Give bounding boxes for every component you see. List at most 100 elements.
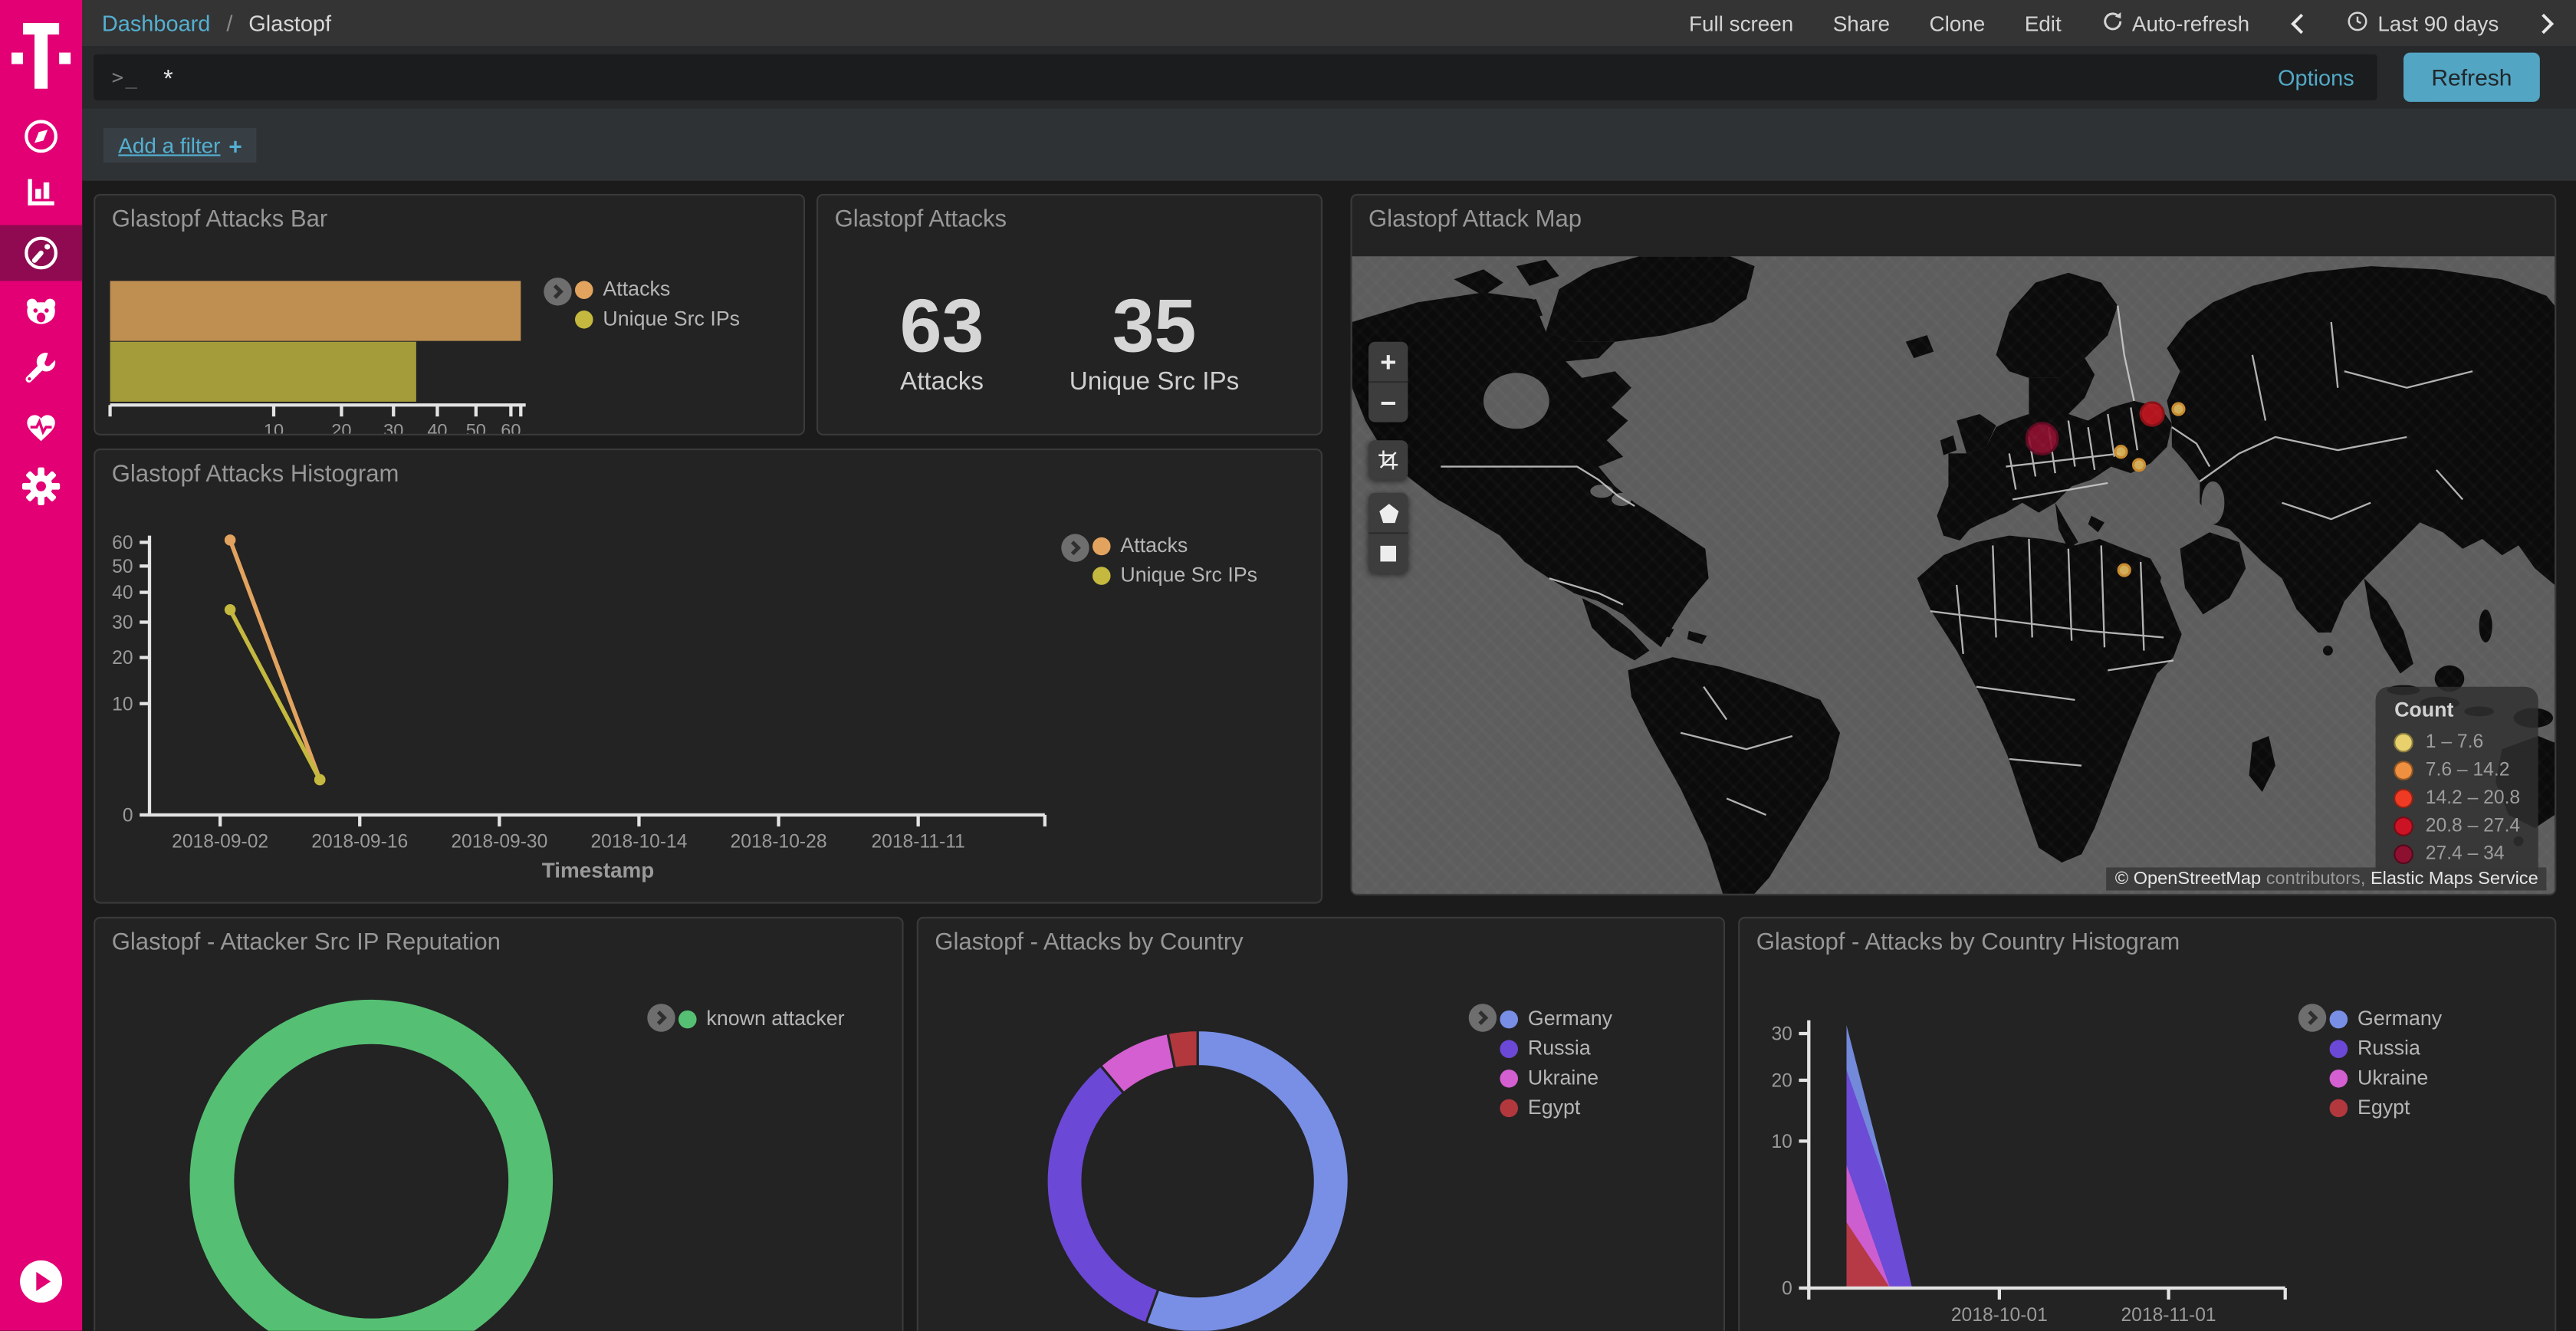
- auto-refresh-button[interactable]: Auto-refresh: [2101, 9, 2249, 37]
- legend-item-ukraine[interactable]: Ukraine: [2330, 1063, 2443, 1093]
- legend-toggle-chevron-icon[interactable]: [647, 1004, 675, 1031]
- draw-polygon-button[interactable]: [1368, 493, 1408, 532]
- reputation-donut-chart[interactable]: [95, 919, 902, 1331]
- sidebar-item-bear[interactable]: [0, 284, 82, 340]
- legend-dot-icon: [575, 310, 593, 328]
- panel-title[interactable]: Glastopf Attack Map: [1368, 207, 1582, 233]
- legend-item-egypt[interactable]: Egypt: [2330, 1093, 2443, 1122]
- donut-slice-germany[interactable]: [1146, 1030, 1349, 1331]
- metric-value: 63: [900, 288, 984, 363]
- sidebar-collapse-button[interactable]: [0, 1254, 82, 1310]
- data-point[interactable]: [225, 534, 236, 546]
- map-legend-item: 27.4 – 34: [2394, 840, 2520, 867]
- play-circle-icon: [18, 1258, 64, 1304]
- attacks-line-chart[interactable]: 01020304050602018-09-022018-09-162018-09…: [95, 450, 1321, 902]
- draw-rectangle-button[interactable]: [1368, 532, 1408, 573]
- panel-title[interactable]: Glastopf - Attacker Src IP Reputation: [112, 930, 501, 956]
- svg-text:40: 40: [112, 583, 133, 603]
- fit-bounds-icon[interactable]: [1368, 440, 1408, 479]
- clock-icon: [2347, 9, 2370, 37]
- panel-attacks-bar: Glastopf Attacks Bar 102030405060 Attack…: [94, 194, 805, 435]
- data-point[interactable]: [225, 604, 236, 616]
- legend-toggle-chevron-icon[interactable]: [2298, 1004, 2326, 1031]
- legend-item-attacks[interactable]: Attacks: [575, 274, 740, 304]
- add-filter-button[interactable]: Add a filter+: [104, 128, 257, 163]
- legend-toggle-chevron-icon[interactable]: [544, 278, 571, 305]
- legend-item-germany[interactable]: Germany: [2330, 1004, 2443, 1034]
- svg-text:20: 20: [112, 648, 133, 669]
- bar-unique-src-ips[interactable]: [110, 342, 416, 402]
- zoom-in-button[interactable]: +: [1368, 342, 1408, 381]
- topnav-actions: Full screen Share Clone Edit Auto-refres…: [1689, 9, 2576, 37]
- sidebar-item-management[interactable]: [0, 458, 82, 514]
- panel-title[interactable]: Glastopf Attacks Bar: [112, 207, 328, 233]
- legend-dot-icon: [678, 1010, 697, 1028]
- map-legend-dot-icon: [2394, 760, 2414, 780]
- legend-dot-icon: [575, 280, 593, 298]
- svg-text:2018-10-01: 2018-10-01: [1951, 1305, 2048, 1326]
- full-screen-button[interactable]: Full screen: [1689, 11, 1793, 35]
- map-legend-item: 7.6 – 14.2: [2394, 756, 2520, 784]
- data-point[interactable]: [314, 774, 326, 786]
- clone-button[interactable]: Clone: [1929, 11, 1985, 35]
- country-donut-chart[interactable]: [918, 919, 1723, 1331]
- share-button[interactable]: Share: [1833, 11, 1890, 35]
- svg-text:2018-10-14: 2018-10-14: [590, 832, 687, 853]
- metric-label: Unique Src IPs: [1070, 368, 1240, 398]
- panel-title[interactable]: Glastopf Attacks Histogram: [112, 462, 399, 488]
- legend-item-unique-src-ips[interactable]: Unique Src IPs: [1092, 560, 1257, 590]
- legend-toggle-chevron-icon[interactable]: [1061, 534, 1089, 561]
- sidebar-item-monitoring[interactable]: [0, 399, 82, 455]
- legend-item-ukraine[interactable]: Ukraine: [1500, 1063, 1612, 1093]
- legend-item-russia[interactable]: Russia: [1500, 1034, 1612, 1063]
- line-series-unique-src-ips[interactable]: [230, 610, 320, 780]
- attribution-link[interactable]: Elastic Maps Service: [2371, 869, 2538, 889]
- svg-text:30: 30: [383, 420, 403, 434]
- heartbeat-icon: [21, 407, 61, 446]
- legend-item-unique-src-ips[interactable]: Unique Src IPs: [575, 304, 740, 334]
- donut-slice-russia[interactable]: [1046, 1066, 1158, 1323]
- legend-item-egypt[interactable]: Egypt: [1500, 1093, 1612, 1122]
- panel-title[interactable]: Glastopf - Attacks by Country Histogram: [1756, 930, 2180, 956]
- telekom-logo[interactable]: [0, 13, 82, 98]
- map-legend-item: 20.8 – 27.4: [2394, 812, 2520, 840]
- time-forward-button[interactable]: [2538, 11, 2557, 35]
- legend-item-known-attacker[interactable]: known attacker: [678, 1004, 845, 1034]
- bar-attacks[interactable]: [110, 281, 521, 340]
- legend-toggle-chevron-icon[interactable]: [1469, 1004, 1497, 1031]
- svg-text:20: 20: [1771, 1071, 1792, 1092]
- map-legend-dot-icon: [2394, 816, 2414, 836]
- panel-title[interactable]: Glastopf Attacks: [835, 207, 1007, 233]
- legend-dot-icon: [2330, 1099, 2348, 1117]
- line-series-attacks[interactable]: [230, 540, 320, 780]
- donut-slice-known-attacker[interactable]: [212, 1022, 531, 1331]
- panel-attack-map: Glastopf Attack Map + −: [1350, 194, 2556, 896]
- legend: AttacksUnique Src IPs: [575, 274, 740, 334]
- map-attribution[interactable]: © OpenStreetMap contributors, Elastic Ma…: [2107, 867, 2546, 890]
- edit-button[interactable]: Edit: [2025, 11, 2062, 35]
- time-range-picker[interactable]: Last 90 days: [2347, 9, 2499, 37]
- legend-item-russia[interactable]: Russia: [2330, 1034, 2443, 1063]
- sidebar-item-dashboard[interactable]: [0, 225, 82, 281]
- sidebar-item-discover[interactable]: [0, 108, 82, 164]
- refresh-cycle-icon: [2101, 9, 2124, 37]
- sidebar-item-devtools[interactable]: [0, 342, 82, 398]
- breadcrumb-dashboard-link[interactable]: Dashboard: [102, 11, 211, 35]
- time-back-button[interactable]: [2289, 11, 2308, 35]
- search-query-input[interactable]: >_ * Options: [94, 54, 2377, 100]
- legend-item-germany[interactable]: Germany: [1500, 1004, 1612, 1034]
- query-options-link[interactable]: Options: [2278, 65, 2377, 90]
- zoom-out-button[interactable]: −: [1368, 381, 1408, 422]
- metric-label: Attacks: [900, 368, 984, 398]
- refresh-button[interactable]: Refresh: [2404, 53, 2540, 102]
- legend-item-attacks[interactable]: Attacks: [1092, 531, 1257, 560]
- svg-text:60: 60: [501, 420, 521, 434]
- map-legend-dot-icon: [2394, 788, 2414, 808]
- sidebar-item-visualize[interactable]: [0, 164, 82, 220]
- attribution-link[interactable]: © OpenStreetMap: [2115, 869, 2261, 889]
- legend: AttacksUnique Src IPs: [1092, 531, 1257, 590]
- panel-title[interactable]: Glastopf - Attacks by Country: [935, 930, 1243, 956]
- world-map[interactable]: + − Count1 – 7.67.6 – 14.214.2 – 20.820.…: [1352, 256, 2555, 896]
- map-count-legend: Count1 – 7.67.6 – 14.214.2 – 20.820.8 – …: [2377, 687, 2538, 882]
- country-area-chart[interactable]: 01020302018-10-012018-11-01Timestamp: [1740, 919, 2555, 1331]
